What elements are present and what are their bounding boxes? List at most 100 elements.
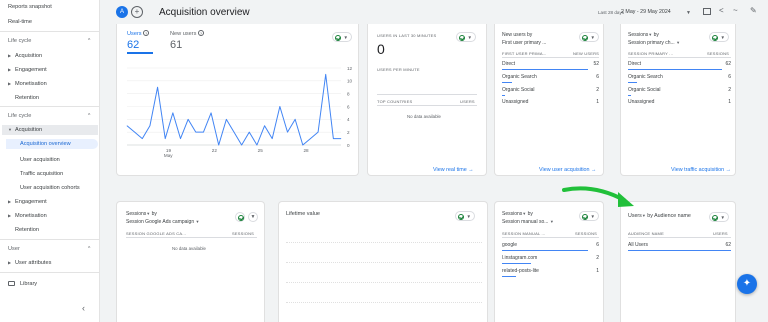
table-row-value: 6	[596, 74, 599, 80]
dropdown-arrow-icon[interactable]: ▼	[642, 213, 646, 218]
nav-traffic-acquisition[interactable]: Traffic acquisition	[20, 171, 63, 177]
nav-acquisition-overview[interactable]: Acquisition overview	[6, 139, 98, 149]
view-realtime-link[interactable]: View real time →	[433, 167, 474, 173]
data-point	[340, 138, 342, 139]
comparison-selector[interactable]: ▼	[456, 32, 476, 42]
nav-acquisition[interactable]: ▶ Acquisition	[8, 53, 42, 59]
comparison-check-button[interactable]	[235, 212, 245, 222]
row-bar	[502, 250, 588, 251]
table-row-value: 52	[593, 61, 599, 67]
collapse-sidebar-icon[interactable]: ‹	[82, 303, 85, 313]
table-row-value: 62	[725, 61, 731, 67]
dropdown-arrow-icon: ▼	[720, 35, 725, 40]
table-row-value: 1	[728, 99, 731, 105]
realtime-title: USERS IN LAST 30 MINUTES	[377, 33, 437, 38]
y-tick-label: 4	[347, 117, 350, 122]
edit-pencil-icon[interactable]: ✎	[750, 6, 757, 15]
check-circle-icon	[582, 34, 588, 41]
dropdown-arrow-icon[interactable]: ▼	[648, 32, 652, 37]
nav-user-attributes[interactable]: ▶ User attributes	[8, 260, 51, 266]
nav-user-acquisition-cohorts[interactable]: User acquisition cohorts	[20, 185, 80, 191]
dropdown-arrow-icon: ▼	[549, 219, 554, 224]
y-tick-label: 12	[347, 66, 353, 71]
dimension-picker[interactable]: Session primary ch... ▼	[628, 40, 680, 46]
table-row-label: Organic Search	[502, 74, 537, 80]
expand-triangle-icon: ▶	[8, 199, 12, 204]
new-users-card: New users by First user primary ... ▼ FI…	[494, 24, 604, 176]
row-bar	[502, 263, 531, 264]
nav-reports-snapshot[interactable]: Reports snapshot	[8, 4, 52, 10]
insights-assistant-icon[interactable]: ✦	[737, 274, 757, 294]
nav-acquisition-expanded[interactable]: ▼ Acquisition	[2, 125, 98, 135]
table-row-value: 2	[728, 87, 731, 93]
share-icon[interactable]: <	[719, 6, 724, 15]
dropdown-arrow-icon[interactable]: ▼	[522, 211, 526, 216]
divider	[0, 239, 100, 240]
data-point	[241, 144, 242, 146]
nav-engagement[interactable]: ▶ Engagement	[8, 67, 47, 73]
dropdown-arrow-icon[interactable]: ▼	[146, 211, 150, 216]
nav-library[interactable]: Library	[8, 281, 37, 287]
col-header-sessions: SESSIONS	[575, 231, 598, 236]
data-point	[134, 131, 135, 133]
nav-monetisation[interactable]: ▶ Monetisation	[8, 81, 47, 87]
add-comparison-icon[interactable]: +	[131, 6, 143, 18]
data-point	[294, 119, 296, 120]
dropdown-arrow-icon: ▼	[590, 35, 595, 40]
data-point	[164, 138, 166, 139]
comparison-selector[interactable]: ▼	[579, 32, 599, 42]
table-row-label: Organic Search	[628, 74, 663, 80]
dimension-picker[interactable]: First user primary ...	[502, 40, 546, 46]
section-title-user: User	[8, 246, 20, 252]
arrow-right-icon: →	[468, 167, 474, 173]
annotation-arrow	[562, 186, 634, 207]
insights-icon[interactable]: ~	[733, 6, 738, 15]
page-title: Acquisition overview	[159, 7, 250, 18]
chevron-up-icon[interactable]: ^	[88, 113, 90, 119]
nav-user-acquisition[interactable]: User acquisition	[20, 157, 60, 163]
divider	[377, 105, 477, 106]
divider	[502, 57, 599, 58]
data-point	[126, 125, 128, 127]
col-header-dimension: FIRST USER PRIMA...	[502, 51, 547, 56]
table-row-label: related-posts-lite	[502, 268, 539, 274]
customize-report-icon[interactable]	[703, 8, 711, 15]
data-point	[287, 131, 288, 133]
data-point	[271, 138, 273, 139]
avatar[interactable]: A	[116, 6, 128, 18]
table-row-value: 2	[596, 87, 599, 93]
nav-engagement-2[interactable]: ▶ Engagement	[8, 199, 47, 205]
empty-state: No data available	[407, 114, 441, 119]
date-dropdown-icon[interactable]: ▼	[686, 10, 691, 16]
comparison-selector[interactable]: ▼	[709, 32, 729, 42]
y-tick-label: 10	[347, 79, 353, 84]
gridline	[286, 302, 482, 303]
row-bar	[502, 95, 505, 96]
nav-realtime[interactable]: Real-time	[8, 19, 32, 25]
data-point	[172, 112, 174, 114]
col-header-dimension: SESSION GOOGLE ADS CA...	[126, 231, 187, 236]
comparison-selector[interactable]: ▼	[709, 212, 729, 222]
nav-retention-2[interactable]: Retention	[15, 227, 39, 233]
chevron-up-icon[interactable]: ^	[88, 38, 90, 44]
comparison-selector[interactable]: ▼	[579, 211, 599, 221]
filter-icon[interactable]: ▼	[248, 212, 258, 222]
dimension-picker[interactable]: Session manual so... ▼	[502, 219, 554, 225]
view-traffic-acquisition-link[interactable]: View traffic acquisition →	[671, 167, 731, 173]
comparison-selector[interactable]: ▼	[455, 211, 475, 221]
section-title-lifecycle-2: Life cycle	[8, 113, 32, 119]
date-range-picker[interactable]: 2 May - 29 May 2024	[621, 9, 671, 15]
x-month-label: May	[164, 153, 173, 158]
data-point	[302, 144, 304, 146]
nav-retention[interactable]: Retention	[15, 95, 39, 101]
table-row-label: Direct	[502, 61, 516, 67]
view-user-acquisition-link[interactable]: View user acquisition →	[539, 167, 596, 173]
nav-monetisation-2[interactable]: ▶ Monetisation	[8, 213, 47, 219]
y-tick-label: 2	[347, 130, 350, 135]
dimension-picker[interactable]: Session Google Ads campaign ▼	[126, 219, 199, 225]
data-point	[218, 144, 220, 146]
chevron-up-icon[interactable]: ^	[88, 246, 90, 252]
table-row-label: Organic Social	[628, 87, 661, 93]
col-header-top-countries: TOP COUNTRIES	[377, 99, 413, 104]
dropdown-arrow-icon: ▼	[676, 40, 681, 45]
